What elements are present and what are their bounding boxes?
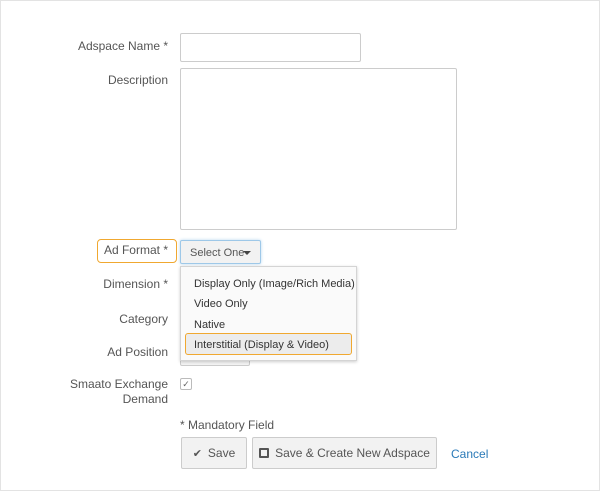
save-button[interactable]: ✔ Save: [181, 437, 247, 469]
description-label: Description: [107, 73, 168, 87]
smaato-label-line1: Smaato Exchange: [69, 377, 168, 391]
adspace-name-input[interactable]: [180, 33, 361, 62]
caret-down-icon: [243, 251, 251, 255]
cancel-link[interactable]: Cancel: [451, 447, 488, 461]
option-video-only[interactable]: Video Only: [194, 298, 248, 310]
ad-format-label: Ad Format *: [103, 243, 168, 257]
check-icon: ✔: [192, 447, 202, 460]
dimension-label: Dimension *: [103, 277, 168, 291]
ad-format-value: Select One: [190, 247, 245, 259]
ad-format-select[interactable]: Select One: [180, 240, 261, 264]
mandatory-note: * Mandatory Field: [180, 418, 275, 432]
ad-position-label: Ad Position: [107, 345, 168, 359]
adspace-name-label: Adspace Name *: [77, 39, 168, 53]
option-native[interactable]: Native: [194, 319, 225, 331]
option-interstitial[interactable]: Interstitial (Display & Video): [185, 333, 352, 355]
check-icon: ✓: [182, 379, 190, 389]
option-display-only[interactable]: Display Only (Image/Rich Media): [194, 278, 355, 290]
save-create-button[interactable]: Save & Create New Adspace: [252, 437, 437, 469]
save-create-label: Save & Create New Adspace: [275, 446, 430, 460]
external-link-icon: [259, 448, 270, 458]
category-label: Category: [119, 312, 168, 326]
save-label: Save: [207, 446, 236, 460]
smaato-label-line2: Demand: [122, 392, 168, 406]
description-textarea[interactable]: [180, 68, 457, 230]
smaato-demand-checkbox[interactable]: ✓: [180, 378, 192, 390]
ad-format-dropdown: Display Only (Image/Rich Media) Video On…: [180, 266, 357, 361]
